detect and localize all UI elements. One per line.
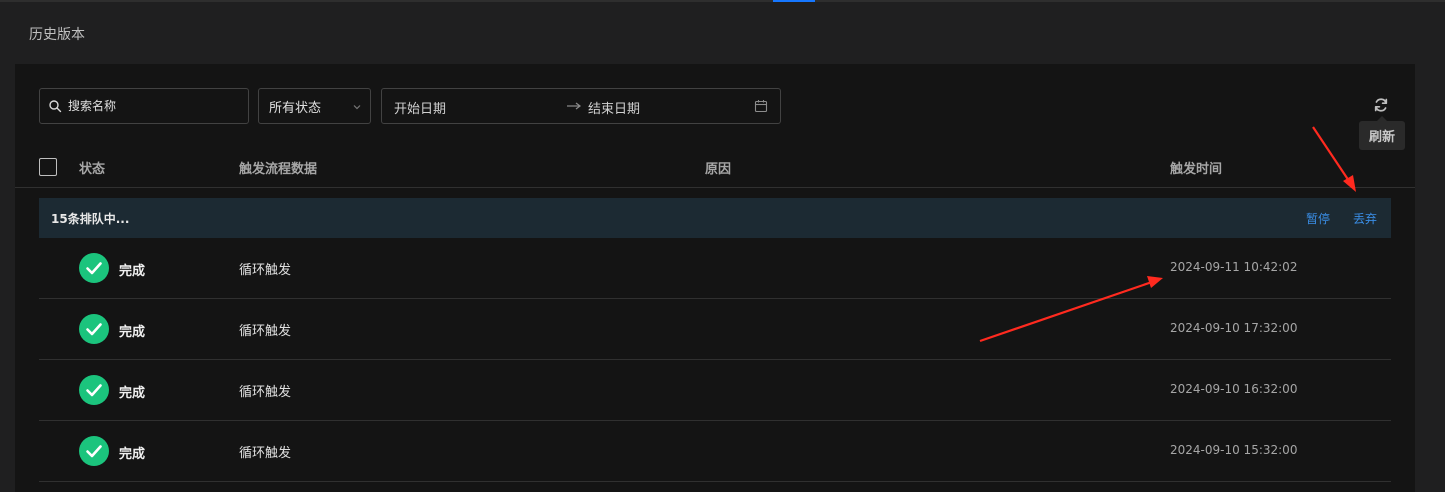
check-circle-icon bbox=[79, 253, 109, 283]
calendar-icon bbox=[754, 100, 768, 113]
row-time: 2024-09-10 16:32:00 bbox=[1170, 382, 1298, 396]
search-input[interactable] bbox=[68, 99, 238, 113]
discard-button[interactable]: 丢弃 bbox=[1353, 210, 1377, 227]
table-header: 状态 触发流程数据 原因 触发时间 bbox=[15, 148, 1415, 188]
row-time: 2024-09-11 10:42:02 bbox=[1170, 260, 1298, 274]
header-trigger-time: 触发时间 bbox=[1170, 162, 1223, 177]
row-time: 2024-09-10 15:32:00 bbox=[1170, 443, 1298, 457]
table-row[interactable]: 完成 循环触发 2024-09-11 10:42:02 bbox=[39, 238, 1391, 299]
refresh-tooltip: 刷新 bbox=[1359, 116, 1405, 150]
queue-count-text: 15条排队中... bbox=[51, 212, 130, 226]
row-status: 完成 bbox=[119, 264, 146, 279]
refresh-icon[interactable] bbox=[1373, 97, 1389, 113]
search-icon bbox=[49, 100, 62, 113]
row-status: 完成 bbox=[119, 447, 146, 462]
chevron-down-icon bbox=[353, 105, 361, 110]
check-circle-icon bbox=[79, 314, 109, 344]
row-time: 2024-09-10 17:32:00 bbox=[1170, 321, 1298, 335]
date-end[interactable]: 结束日期 bbox=[588, 98, 640, 117]
header-status: 状态 bbox=[79, 162, 106, 177]
table-row[interactable]: 完成 循环触发 2024-09-10 15:32:00 bbox=[39, 421, 1391, 482]
row-trigger: 循环触发 bbox=[239, 446, 292, 461]
pause-button[interactable]: 暂停 bbox=[1306, 210, 1330, 227]
queue-bar: 15条排队中... 暂停 丢弃 bbox=[39, 198, 1391, 238]
header-trigger-data: 触发流程数据 bbox=[239, 162, 318, 177]
check-circle-icon bbox=[79, 436, 109, 466]
row-trigger: 循环触发 bbox=[239, 385, 292, 400]
history-panel: 所有状态 开始日期 结束日期 刷新 状态 触发流程数据 原因 触发时间 15 bbox=[15, 64, 1415, 492]
table-row[interactable]: 完成 循环触发 2024-09-10 17:32:00 bbox=[39, 299, 1391, 360]
status-select[interactable]: 所有状态 bbox=[258, 88, 371, 124]
row-trigger: 循环触发 bbox=[239, 263, 292, 278]
page-title: 历史版本 bbox=[29, 27, 85, 43]
select-all-checkbox[interactable] bbox=[39, 158, 57, 176]
row-status: 完成 bbox=[119, 325, 146, 340]
active-tab-indicator bbox=[773, 0, 815, 2]
date-range-picker[interactable]: 开始日期 结束日期 bbox=[381, 88, 781, 124]
search-box[interactable] bbox=[39, 88, 249, 124]
table-row[interactable]: 完成 循环触发 2024-09-10 16:32:00 bbox=[39, 360, 1391, 421]
row-trigger: 循环触发 bbox=[239, 324, 292, 339]
row-status: 完成 bbox=[119, 386, 146, 401]
header-reason: 原因 bbox=[705, 162, 732, 177]
top-border bbox=[0, 0, 1445, 2]
arrow-right-icon bbox=[567, 102, 581, 110]
status-select-value: 所有状态 bbox=[269, 100, 322, 116]
date-start[interactable]: 开始日期 bbox=[394, 98, 446, 117]
check-circle-icon bbox=[79, 375, 109, 405]
